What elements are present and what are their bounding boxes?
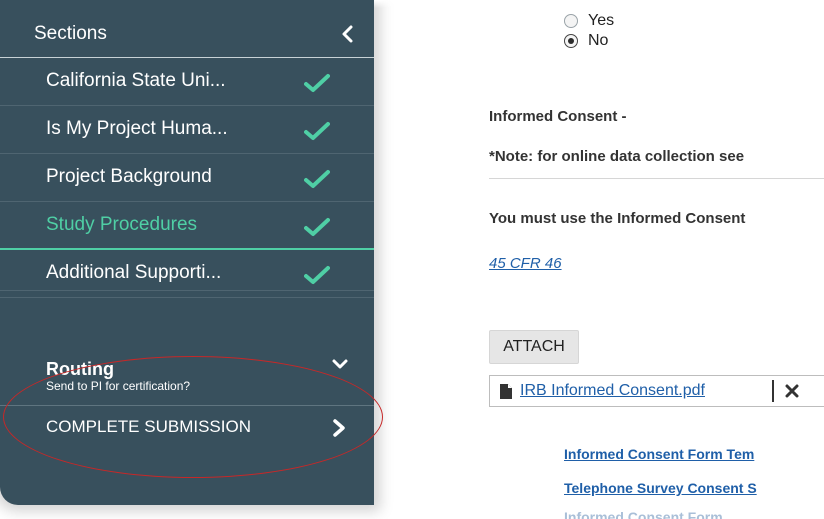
chevron-left-icon[interactable] xyxy=(338,24,358,44)
sidebar-item-study-procedures[interactable]: Study Procedures xyxy=(0,202,374,250)
routing-title: Routing xyxy=(46,359,114,379)
sidebar-item-project-background[interactable]: Project Background xyxy=(0,154,374,202)
sidebar-header: Sections xyxy=(0,0,374,58)
sidebar-item-is-my-project-human[interactable]: Is My Project Huma... xyxy=(0,106,374,154)
routing-subtitle: Send to PI for certification? xyxy=(46,379,191,393)
check-icon xyxy=(304,74,330,92)
must-use-text: You must use the Informed Consent xyxy=(489,210,746,227)
cfr-link[interactable]: 45 CFR 46 xyxy=(489,255,562,272)
radio-option-no[interactable]: No xyxy=(564,32,608,50)
check-icon xyxy=(304,122,330,140)
consent-form-link[interactable]: Informed Consent Form xyxy=(564,509,723,519)
file-icon xyxy=(500,384,512,399)
telephone-survey-consent-link[interactable]: Telephone Survey Consent S xyxy=(564,480,757,496)
radio-label-yes: Yes xyxy=(588,12,615,29)
sidebar-item-label: Additional Supporti... xyxy=(46,262,222,283)
informed-consent-heading: Informed Consent - xyxy=(489,108,627,125)
divider xyxy=(489,178,824,179)
routing-section[interactable]: Routing Send to PI for certification? xyxy=(0,290,374,406)
chevron-right-icon xyxy=(333,419,345,437)
attach-button[interactable]: ATTACH xyxy=(489,330,579,364)
check-icon xyxy=(304,266,330,284)
study-procedures-content: Yes No Informed Consent - *Note: for onl… xyxy=(374,0,824,519)
online-data-note: *Note: for online data collection see xyxy=(489,148,745,165)
attachment-chip: IRB Informed Consent.pdf xyxy=(489,375,824,407)
sections-sidebar: Sections California State Uni... Is My P… xyxy=(0,0,374,505)
close-icon[interactable] xyxy=(785,384,799,398)
radio-option-yes[interactable]: Yes xyxy=(564,12,614,30)
sidebar-item-label: Study Procedures xyxy=(46,214,198,235)
sidebar-item-label: California State Uni... xyxy=(46,70,226,91)
sidebar-item-label: Project Background xyxy=(46,166,212,187)
radio-button-yes[interactable] xyxy=(564,14,578,28)
sidebar-item-label: Is My Project Huma... xyxy=(46,118,228,139)
top-fade xyxy=(374,0,824,8)
radio-label-no: No xyxy=(588,32,609,49)
complete-submission-label: COMPLETE SUBMISSION xyxy=(46,417,251,436)
separator xyxy=(772,380,774,402)
radio-button-no[interactable] xyxy=(564,34,578,48)
check-icon xyxy=(304,218,330,236)
consent-form-template-link[interactable]: Informed Consent Form Tem xyxy=(564,446,754,462)
check-icon xyxy=(304,170,330,188)
attachment-file-link[interactable]: IRB Informed Consent.pdf xyxy=(520,382,705,400)
sidebar-title: Sections xyxy=(34,23,107,44)
complete-submission-button[interactable]: COMPLETE SUBMISSION xyxy=(0,406,374,448)
sidebar-item-california-state[interactable]: California State Uni... xyxy=(0,58,374,106)
chevron-down-icon xyxy=(332,359,348,369)
